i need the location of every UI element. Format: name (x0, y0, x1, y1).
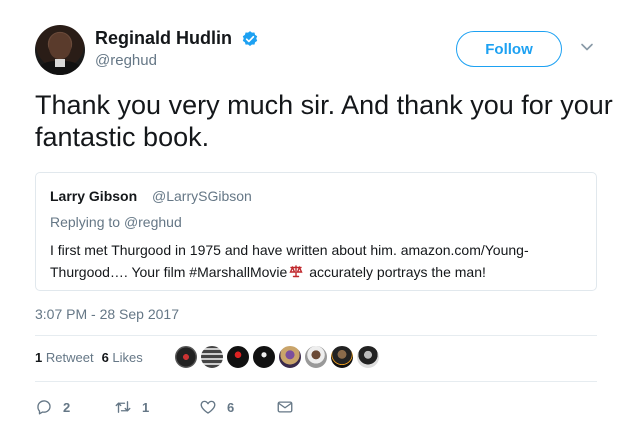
tweet-text: Thank you very much sir. And thank you f… (35, 90, 613, 152)
likes-stat-label: Likes (112, 350, 143, 365)
verified-badge-icon (242, 31, 258, 46)
tweet-timestamp[interactable]: 3:07 PM - 28 Sep 2017 (35, 306, 179, 322)
scales-of-justice-icon (289, 265, 303, 278)
like-count: 6 (227, 399, 235, 415)
liker-avatar[interactable] (278, 345, 302, 369)
follow-button[interactable]: Follow (456, 31, 562, 67)
author-handle[interactable]: @reghud (95, 52, 157, 70)
retweet-icon (115, 401, 131, 413)
direct-message-action[interactable] (276, 397, 304, 417)
likes-stat[interactable]: 6 Likes (102, 350, 143, 365)
reply-count: 2 (63, 399, 71, 415)
envelope-icon (277, 401, 293, 413)
quoted-author-name: Larry Gibson (50, 188, 138, 204)
reply-icon (37, 400, 51, 415)
replying-handle[interactable]: @reghud (124, 214, 182, 230)
liker-avatar[interactable] (356, 345, 380, 369)
replying-to: Replying to @reghud (50, 214, 182, 230)
likes-stat-count: 6 (101, 350, 109, 365)
divider (35, 381, 597, 382)
retweets-stat-label: Retweet (45, 350, 94, 365)
author-avatar[interactable] (35, 25, 85, 75)
heart-icon (200, 400, 216, 414)
retweets-stat-count: 1 (35, 350, 43, 365)
liker-avatar[interactable] (174, 345, 198, 369)
retweet-count: 1 (142, 399, 150, 415)
chevron-down-icon[interactable] (580, 40, 594, 54)
reply-action[interactable]: 2 (35, 397, 70, 417)
retweet-action[interactable]: 1 (114, 397, 149, 417)
quoted-tweet[interactable]: Larry Gibson @LarrySGibson Replying to @… (35, 172, 597, 291)
tweet-card: Reginald Hudlin @reghud Follow Thank you… (0, 0, 638, 445)
author-name[interactable]: Reginald Hudlin (95, 27, 232, 49)
liker-avatar[interactable] (200, 345, 224, 369)
liker-avatar[interactable] (252, 345, 276, 369)
divider (35, 335, 597, 336)
quoted-text-after: accurately portrays the man! (305, 264, 486, 280)
quoted-author-handle: @LarrySGibson (152, 188, 252, 204)
tweet-stats: 1 Retweet 6 Likes (35, 350, 143, 365)
quoted-tweet-text: I first met Thurgood in 1975 and have wr… (50, 239, 580, 283)
liker-avatar[interactable] (304, 345, 328, 369)
retweets-stat[interactable]: 1 Retweet (35, 350, 94, 365)
replying-prefix: Replying to (50, 214, 124, 230)
like-action[interactable]: 6 (199, 397, 234, 417)
liker-avatar[interactable] (330, 345, 354, 369)
liker-avatar[interactable] (226, 345, 250, 369)
tweet-actions: 2 1 6 (35, 397, 335, 419)
liker-avatars (174, 345, 382, 369)
